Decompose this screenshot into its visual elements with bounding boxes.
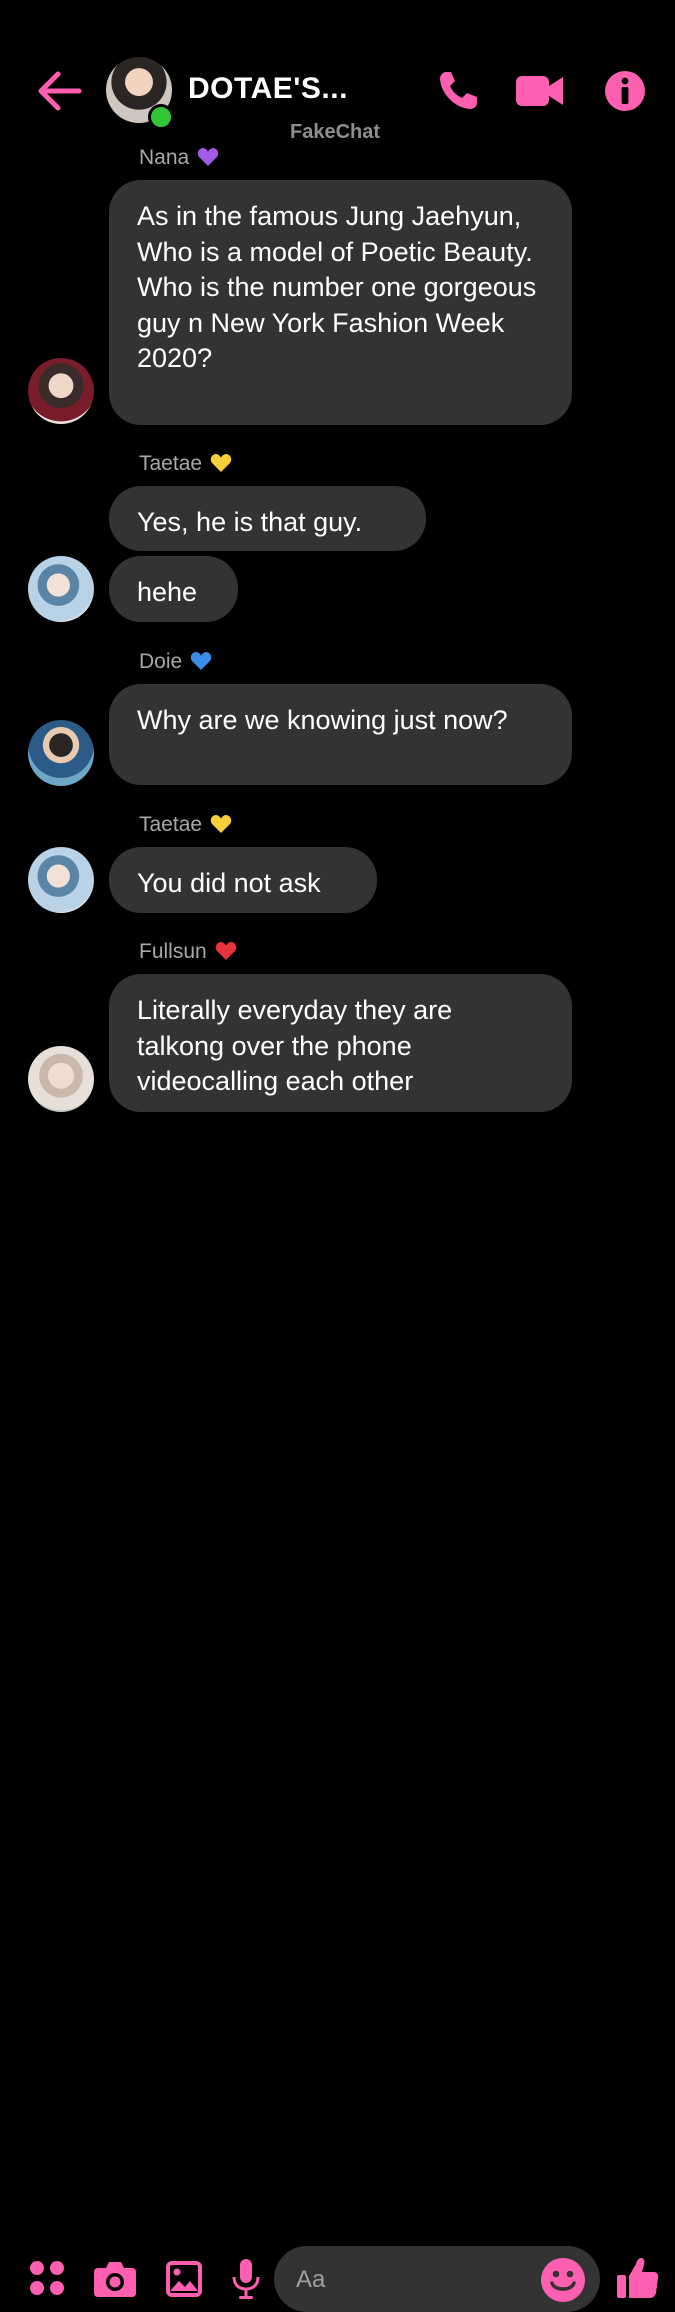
sender-label: Fullsun [139,940,207,963]
sender-name: Taetae [139,452,232,476]
sender-label: Taetae [139,452,203,475]
apps-icon[interactable] [29,2260,65,2296]
chat-title[interactable]: DOTAE'S... [188,72,348,106]
chat-header: DOTAE'S... FakeChat [0,0,675,150]
message-bubble[interactable]: Why are we knowing just now? [109,684,572,785]
red-heart-icon [215,942,236,960]
gallery-icon[interactable] [165,2260,203,2298]
sender-label: Nana [139,146,190,169]
message-bubble[interactable]: Yes, he is that guy. [109,486,426,551]
purple-heart-icon [197,148,219,166]
blue-heart-icon [190,652,212,670]
sender-avatar[interactable] [28,720,94,786]
sender-label: Taetae [139,813,203,836]
sender-label: Doie [139,650,183,673]
message-bubble[interactable]: Literally everyday they are talkong over… [109,974,572,1112]
camera-icon[interactable] [93,2260,137,2298]
message-bubble[interactable]: hehe [109,556,238,622]
message-input-placeholder[interactable]: Aa [296,2266,325,2294]
sender-name: Taetae [139,813,232,837]
microphone-icon[interactable] [231,2258,261,2300]
sender-avatar[interactable] [28,1046,94,1112]
yellow-heart-icon [210,454,232,472]
message-bubble[interactable]: You did not ask [109,847,377,913]
watermark-text: FakeChat [290,121,381,143]
emoji-icon[interactable] [540,2257,586,2303]
info-icon[interactable] [604,70,646,112]
sender-name: Doie [139,650,212,674]
sender-avatar[interactable] [28,358,94,424]
sender-avatar[interactable] [28,556,94,622]
sender-name: Fullsun [139,940,237,964]
message-bubble[interactable]: As in the famous Jung Jaehyun, Who is a … [109,180,572,425]
online-status-dot [148,104,174,130]
back-arrow-icon[interactable] [36,70,82,112]
thumbs-up-icon[interactable] [616,2256,660,2300]
phone-icon[interactable] [437,68,481,112]
sender-avatar[interactable] [28,847,94,913]
sender-name: Nana [139,146,219,170]
yellow-heart-icon [210,815,232,833]
video-camera-icon[interactable] [515,72,564,110]
composer-bar: Aa [0,1120,675,2312]
